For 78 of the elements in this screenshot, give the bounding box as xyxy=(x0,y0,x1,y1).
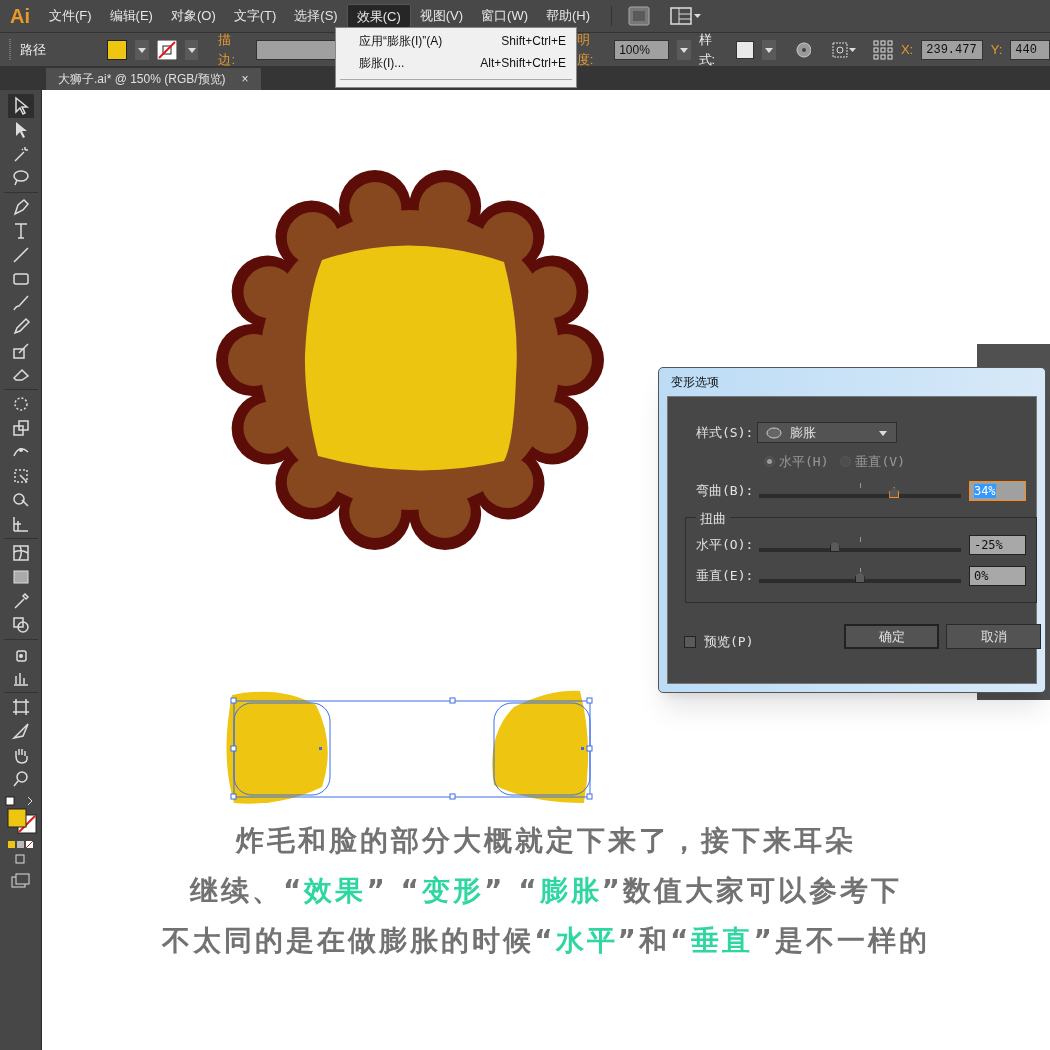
slider-track[interactable] xyxy=(758,568,961,584)
gradient-icon[interactable] xyxy=(10,567,31,587)
menu-item[interactable]: 视图(V) xyxy=(410,4,473,28)
dialog-title: 变形选项 xyxy=(670,374,720,391)
y-label: Y: xyxy=(990,40,1003,59)
slider-thumb[interactable] xyxy=(829,541,840,552)
x-field[interactable]: 239.477 xyxy=(921,39,983,60)
style-label: 样式(S): xyxy=(696,423,754,442)
style-swatch[interactable] xyxy=(735,40,754,59)
slice-icon[interactable] xyxy=(10,721,31,741)
artboard-icon[interactable] xyxy=(10,697,31,717)
slider-label: 弯曲(B): xyxy=(696,482,755,501)
dropdown-arrow-icon[interactable] xyxy=(184,39,199,60)
tool-button[interactable] xyxy=(7,94,34,118)
lasso-icon[interactable] xyxy=(10,168,31,188)
shaper-icon[interactable] xyxy=(10,341,31,361)
app-logo: Ai xyxy=(9,4,31,29)
menu-item-label: 膨胀(I)... xyxy=(359,55,405,72)
preview-label: 预览(P) xyxy=(704,633,754,651)
slider-thumb[interactable] xyxy=(889,487,900,498)
style-dropdown[interactable]: 膨胀 xyxy=(757,422,898,443)
radio-label: 水平(H) xyxy=(779,453,829,471)
close-button[interactable]: × xyxy=(241,70,249,88)
menu-item[interactable]: 帮助(H) xyxy=(537,4,600,28)
brush-icon[interactable] xyxy=(10,293,31,313)
fill-stroke-swatches-icon[interactable] xyxy=(3,795,38,865)
preview-checkbox[interactable] xyxy=(684,635,696,648)
document-tab[interactable]: 大狮子.ai* @ 150% (RGB/预览) × xyxy=(46,68,261,90)
dropdown-arrow-icon xyxy=(878,428,889,437)
menu-item[interactable]: 效果(C) xyxy=(346,4,411,28)
dropdown-arrow-icon[interactable] xyxy=(676,39,691,60)
reference-point-icon[interactable] xyxy=(873,39,893,60)
grip-icon xyxy=(8,38,12,61)
shortcut-label: Alt+Shift+Ctrl+E xyxy=(480,55,566,72)
slider-thumb[interactable] xyxy=(854,572,865,583)
stroke-label: 描边: xyxy=(218,31,237,69)
dropdown-arrow-icon[interactable] xyxy=(134,39,149,60)
style-label: 样式: xyxy=(698,31,717,69)
value-field[interactable]: -25% xyxy=(968,535,1026,555)
menu-item[interactable]: 应用“膨胀(I)”(A) Shift+Ctrl+E xyxy=(336,30,576,52)
caption-line: 不太同的是在做膨胀的时候“水平”和“垂直”是不一样的 xyxy=(162,923,930,959)
dialog-button[interactable]: 确定 xyxy=(844,624,939,649)
recolor-icon[interactable] xyxy=(795,41,812,58)
caption-line: 炸毛和脸的部分大概就定下来了，接下来耳朵 xyxy=(236,823,856,859)
menu-item-label: 应用“膨胀(I)”(A) xyxy=(359,33,443,50)
menu-item[interactable]: 膨胀(I)... Alt+Shift+Ctrl+E xyxy=(336,52,576,74)
menu-item[interactable]: 选择(S) xyxy=(285,4,347,28)
align-icon[interactable] xyxy=(831,40,858,59)
menu-item[interactable]: 编辑(E) xyxy=(100,4,162,28)
zoom-icon[interactable] xyxy=(10,769,31,789)
blend-icon[interactable] xyxy=(10,615,31,635)
scale-icon[interactable] xyxy=(10,418,31,438)
dialog-button[interactable]: 取消 xyxy=(946,624,1041,649)
stroke-none-swatch-icon[interactable] xyxy=(156,39,177,60)
object-type-label: 路径 xyxy=(19,40,47,59)
mesh-icon[interactable] xyxy=(10,543,31,563)
fill-swatch[interactable] xyxy=(107,39,127,60)
menu-item[interactable]: 对象(O) xyxy=(161,4,225,28)
shortcut-label: Shift+Ctrl+E xyxy=(501,33,566,50)
opacity-label: 明度: xyxy=(576,31,595,69)
menu-item[interactable]: 文字(T) xyxy=(224,4,286,28)
radio-label: 垂直(V) xyxy=(855,453,905,471)
screen-mode-icon[interactable] xyxy=(10,873,31,889)
document-title: 大狮子.ai* @ 150% (RGB/预览) xyxy=(58,71,226,88)
value-field[interactable]: 0% xyxy=(968,566,1026,586)
opacity-field[interactable]: 100% xyxy=(614,39,669,60)
menu-item[interactable]: 文件(F) xyxy=(40,4,101,28)
slider-label: 水平(O): xyxy=(696,536,755,555)
slider-track[interactable] xyxy=(758,537,961,553)
caption-line: 继续、“效果” “变形” “膨胀”数值大家可以参考下 xyxy=(190,873,902,909)
layout-icon[interactable] xyxy=(670,6,703,26)
slider-track[interactable] xyxy=(758,483,961,499)
dropdown-arrow-icon[interactable] xyxy=(761,39,776,60)
ellipse-icon xyxy=(766,426,783,439)
y-field[interactable]: 440 xyxy=(1010,39,1050,60)
x-label: X: xyxy=(900,40,914,59)
menu-item[interactable]: 窗口(W) xyxy=(472,4,537,28)
slider-label: 垂直(E): xyxy=(696,567,755,586)
